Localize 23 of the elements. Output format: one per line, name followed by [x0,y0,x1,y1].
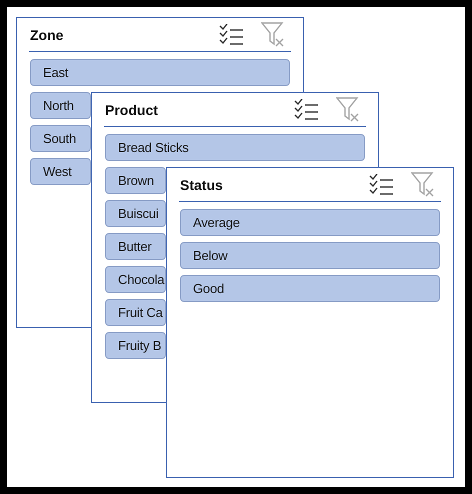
clear-filter-icon [261,22,285,47]
slicer-item[interactable]: Buiscui [105,200,166,227]
multi-select-icon [294,98,318,120]
slicer-item[interactable]: Good [180,275,440,302]
multi-select-icon [368,174,394,196]
slicer-item[interactable]: Below [180,242,440,269]
clear-filter-icon [411,172,435,197]
slicer-item[interactable]: South [30,125,91,152]
slicer-item[interactable]: Butter [105,233,166,260]
slicer-item[interactable]: Average [180,209,440,236]
slicer-item[interactable]: Brown [105,167,166,194]
multi-select-icon [218,24,244,46]
slicer-title: Zone [30,26,64,42]
clear-filter-icon [336,97,360,122]
slicer-item[interactable]: Fruit Ca [105,299,166,326]
slicer-title: Status [180,176,224,192]
slicer-item[interactable]: Fruity B [105,332,166,359]
slicer-item[interactable]: East [30,59,290,86]
slicer-item[interactable]: West [30,158,91,185]
slicer-item[interactable]: Chocola [105,266,166,293]
slicer-title: Product [105,102,159,118]
slicer-item[interactable]: North [30,92,91,119]
slicer-item[interactable]: Bread Sticks [105,134,365,161]
